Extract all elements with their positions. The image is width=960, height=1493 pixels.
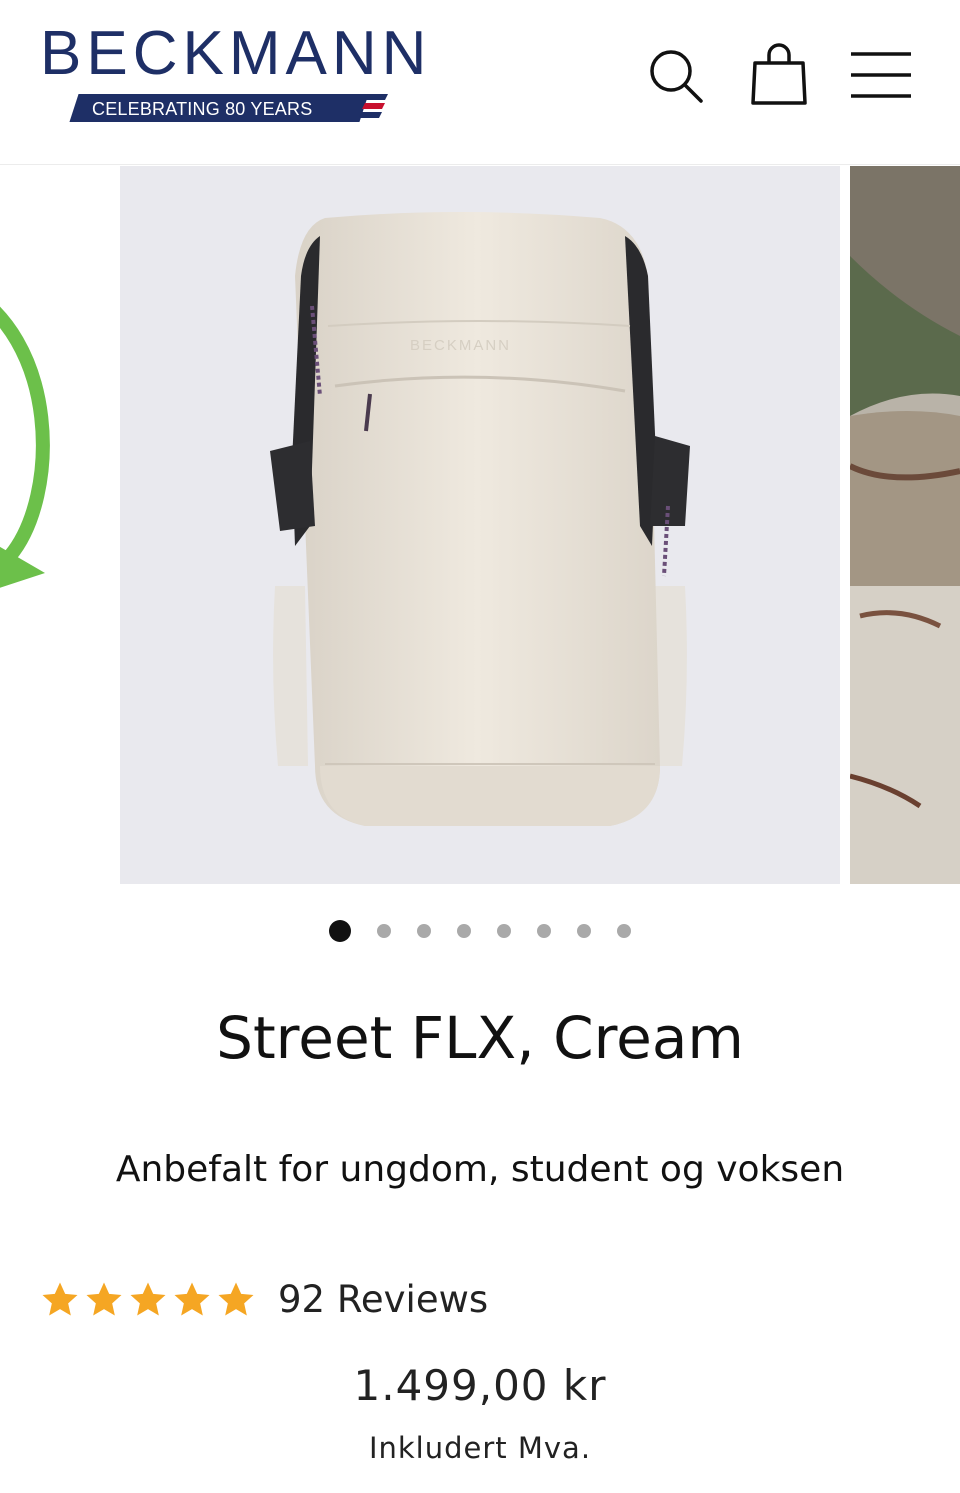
- menu-button[interactable]: [846, 40, 916, 110]
- product-image-backpack-cream[interactable]: BECKMANN: [120, 166, 934, 884]
- carousel-dot-8[interactable]: [617, 924, 631, 938]
- star-icon: [86, 1282, 122, 1316]
- product-price: 1.499,00 kr: [353, 1361, 607, 1410]
- star-icon: [218, 1282, 254, 1316]
- backpack-illustration: BECKMANN: [270, 212, 690, 826]
- product-image-carousel[interactable]: BECKMANN: [0, 166, 960, 884]
- star-icon: [174, 1282, 210, 1316]
- bag-print: BECKMANN: [410, 337, 511, 354]
- vat-note: Inkludert Mva.: [368, 1431, 592, 1465]
- lifestyle-image-beach: [850, 166, 960, 884]
- rating-stars: [40, 1280, 256, 1320]
- product-title: Street FLX, Cream: [216, 1004, 744, 1072]
- green-arrow-graphic: [0, 307, 50, 588]
- carousel-dot-6[interactable]: [537, 924, 551, 938]
- product-subtitle: Anbefalt for ungdom, student og voksen: [115, 1149, 845, 1190]
- carousel-dot-1[interactable]: [329, 920, 351, 942]
- carousel-dot-3[interactable]: [417, 924, 431, 938]
- shopping-bag-icon: [751, 43, 807, 105]
- search-icon: [650, 50, 703, 103]
- next-slide-peek[interactable]: [850, 166, 960, 884]
- site-header: BECKMANN CELEBRATING 80 YEARS: [0, 0, 960, 165]
- logo-flag-stripes: [359, 94, 388, 118]
- hamburger-menu-icon: [851, 52, 911, 98]
- previous-slide-peek[interactable]: [0, 166, 110, 884]
- reviews-link[interactable]: 92 Reviews: [278, 1274, 488, 1326]
- cart-button[interactable]: [744, 40, 814, 110]
- carousel-dot-7[interactable]: [577, 924, 591, 938]
- logo-ribbon-text: CELEBRATING 80 YEARS: [92, 99, 313, 119]
- carousel-pagination: [0, 918, 960, 944]
- brand-logo[interactable]: BECKMANN CELEBRATING 80 YEARS: [40, 22, 430, 132]
- carousel-dot-5[interactable]: [497, 924, 511, 938]
- brand-name: BECKMANN: [40, 19, 432, 88]
- carousel-dot-4[interactable]: [457, 924, 471, 938]
- star-icon: [130, 1282, 166, 1316]
- product-rating[interactable]: 92 Reviews: [40, 1274, 488, 1326]
- carousel-dot-2[interactable]: [377, 924, 391, 938]
- star-icon: [42, 1282, 78, 1316]
- search-button[interactable]: [640, 40, 710, 110]
